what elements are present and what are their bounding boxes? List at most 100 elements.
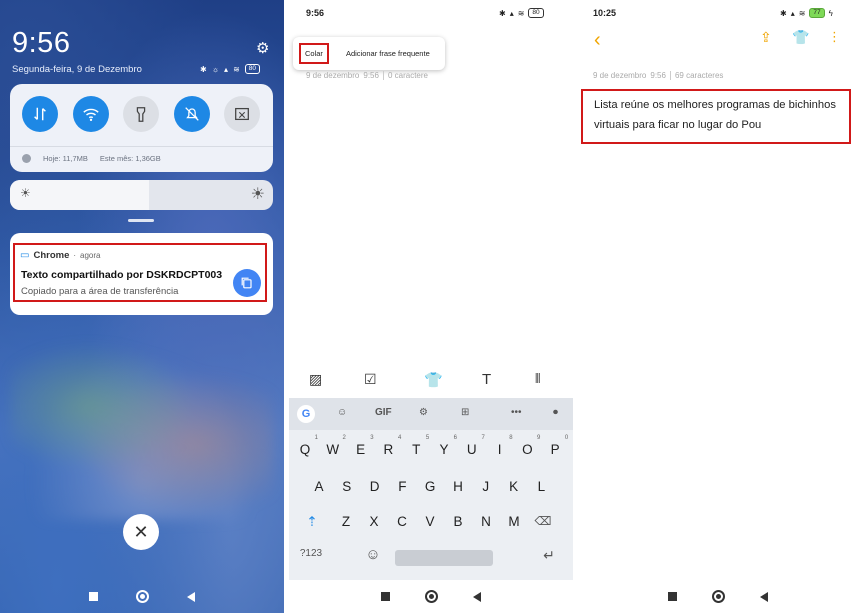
- image-icon[interactable]: ▨: [309, 371, 322, 388]
- brightness-slider[interactable]: ☀ ☀: [10, 180, 273, 210]
- screenshot-toggle[interactable]: [224, 96, 260, 132]
- space-key[interactable]: [395, 550, 493, 566]
- paste-popup: Colar Adicionar frase frequente: [293, 37, 445, 70]
- key-a[interactable]: A: [309, 479, 329, 494]
- silent-toggle[interactable]: [174, 96, 210, 132]
- close-shade-button[interactable]: ✕: [123, 514, 159, 550]
- paste-button[interactable]: Colar: [299, 43, 329, 64]
- home-button[interactable]: [136, 590, 149, 603]
- key-l[interactable]: L: [531, 479, 551, 494]
- key-g[interactable]: G: [420, 479, 440, 494]
- key-o[interactable]: O9: [517, 435, 540, 457]
- symbols-key[interactable]: ?123: [295, 548, 327, 559]
- key-q[interactable]: Q1: [295, 435, 318, 457]
- key-t[interactable]: T5: [406, 435, 429, 457]
- bell-off-icon: [185, 107, 199, 121]
- status-time: 9:56: [306, 8, 325, 18]
- bluetooth-icon: ✱: [499, 8, 506, 18]
- backspace-key[interactable]: ⌫: [533, 514, 553, 528]
- back-button[interactable]: [472, 591, 481, 602]
- enter-key[interactable]: ↵: [539, 547, 559, 564]
- recents-button[interactable]: [668, 592, 678, 601]
- lockscreen-date: Segunda-feira, 9 de Dezembro: [12, 64, 142, 75]
- battery-indicator: 77: [809, 8, 825, 18]
- key-u[interactable]: U7: [462, 435, 485, 457]
- note-meta: 9 de dezembro 9:56 69 caracteres: [593, 71, 723, 80]
- text-format-icon[interactable]: T: [482, 371, 491, 388]
- google-g-icon[interactable]: G: [297, 405, 315, 423]
- key-b[interactable]: B: [448, 514, 468, 529]
- note-char-count: 0 caractere: [387, 71, 428, 80]
- keyboard-toolbar: G ☺ GIF ⚙ ⊞ ••• ⏺: [289, 398, 573, 430]
- theme-shirt-icon[interactable]: 👕: [792, 29, 809, 46]
- back-button[interactable]: [759, 591, 768, 602]
- emoji-key[interactable]: ☺: [363, 546, 383, 563]
- chrome-app-icon: ▭: [20, 250, 30, 261]
- key-c[interactable]: C: [392, 514, 412, 529]
- voice-wave-icon[interactable]: ⫴: [535, 371, 540, 387]
- wifi-status-icon: ≋: [233, 64, 240, 74]
- note-time: 9:56: [650, 71, 666, 80]
- notification-app-name: Chrome: [33, 250, 70, 261]
- key-k[interactable]: K: [504, 479, 524, 494]
- note-date: 9 de dezembro: [593, 71, 647, 80]
- key-r[interactable]: R4: [378, 435, 402, 457]
- scissors-icon: [235, 107, 249, 121]
- charging-icon: ϟ: [828, 8, 833, 18]
- keyboard-settings-icon[interactable]: ⚙: [419, 407, 428, 418]
- settings-gear-icon[interactable]: ⚙: [256, 39, 269, 57]
- key-z[interactable]: Z: [336, 514, 356, 529]
- share-icon[interactable]: ⇪: [760, 29, 772, 46]
- note-body[interactable]: Lista reúne os melhores programas de bic…: [594, 95, 844, 135]
- more-icon[interactable]: •••: [511, 407, 522, 418]
- sticker-icon[interactable]: ☺: [337, 407, 347, 418]
- gif-button[interactable]: GIF: [375, 407, 392, 418]
- more-options-icon[interactable]: ⋮: [828, 29, 841, 45]
- key-w[interactable]: W2: [323, 435, 345, 457]
- recents-button[interactable]: [89, 592, 98, 601]
- back-arrow-icon[interactable]: ‹: [594, 29, 601, 52]
- shift-key[interactable]: ⇡: [302, 514, 322, 530]
- translate-icon[interactable]: ⊞: [461, 407, 469, 418]
- key-v[interactable]: V: [420, 514, 440, 529]
- key-m[interactable]: M: [504, 514, 524, 529]
- brightness-fill: [10, 180, 150, 210]
- data-usage: Hoje: 11,7MB Este mês: 1,36GB: [22, 154, 161, 163]
- theme-shirt-icon[interactable]: 👕: [424, 371, 443, 389]
- status-icons: ✱ ☼ ▴ ≋ 80: [200, 64, 260, 74]
- key-x[interactable]: X: [364, 514, 384, 529]
- signal-icon: ▴: [790, 8, 795, 18]
- key-n[interactable]: N: [476, 514, 496, 529]
- key-f[interactable]: F: [392, 479, 412, 494]
- flashlight-icon: [136, 107, 146, 122]
- notification-title: Texto compartilhado por DSKRDCPT003: [21, 269, 223, 281]
- drag-handle[interactable]: [128, 219, 154, 222]
- key-e[interactable]: E3: [351, 435, 374, 457]
- copy-button[interactable]: [233, 269, 261, 297]
- key-j[interactable]: J: [476, 479, 496, 494]
- close-icon: ✕: [133, 521, 149, 542]
- add-phrase-button[interactable]: Adicionar frase frequente: [346, 49, 430, 58]
- checklist-icon[interactable]: ☑: [364, 371, 377, 388]
- mobile-data-toggle[interactable]: [22, 96, 58, 132]
- key-h[interactable]: H: [448, 479, 468, 494]
- mic-icon[interactable]: ⏺: [553, 407, 558, 418]
- data-usage-icon: [22, 154, 31, 163]
- home-button[interactable]: [711, 590, 725, 603]
- back-button[interactable]: [187, 591, 195, 602]
- key-s[interactable]: S: [337, 479, 357, 494]
- home-button[interactable]: [424, 590, 438, 603]
- key-p[interactable]: P0: [545, 435, 569, 457]
- signal-icon: ▴: [509, 8, 514, 18]
- flashlight-toggle[interactable]: [123, 96, 159, 132]
- note-date: 9 de dezembro: [306, 71, 360, 80]
- chrome-notification[interactable]: ▭ Chrome · agora Texto compartilhado por…: [10, 233, 273, 315]
- wifi-toggle[interactable]: [73, 96, 109, 132]
- key-y[interactable]: Y6: [434, 435, 457, 457]
- recents-button[interactable]: [381, 592, 391, 601]
- usage-today: Hoje: 11,7MB: [43, 154, 88, 163]
- key-d[interactable]: D: [365, 479, 385, 494]
- navigation-bar: [289, 590, 573, 603]
- note-editor-result: 10:25 ✱ ▴ ≋ 77 ϟ ‹ ⇪ 👕 ⋮ 9 de dezembro 9…: [576, 0, 860, 613]
- key-i[interactable]: I8: [490, 435, 513, 457]
